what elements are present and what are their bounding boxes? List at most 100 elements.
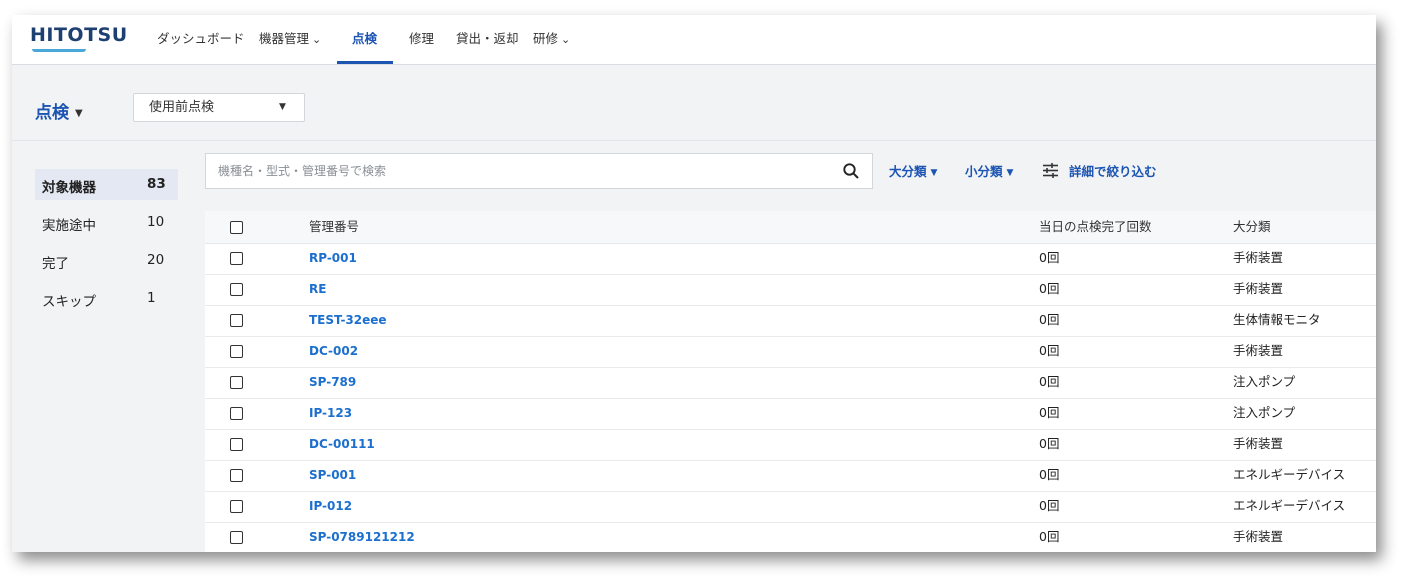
- nav-repair[interactable]: 修理: [409, 15, 434, 64]
- completion-count: 0回: [1039, 405, 1060, 420]
- row-checkbox[interactable]: [230, 500, 243, 513]
- category: 手術装置: [1233, 529, 1284, 544]
- nav-label: 修理: [409, 31, 435, 46]
- completion-count: 0回: [1039, 467, 1060, 482]
- sidebar-item-completed[interactable]: 完了 20: [35, 245, 178, 276]
- category: 注入ポンプ: [1233, 405, 1296, 420]
- main-content: 対象機器 83 実施途中 10 完了 20 スキップ 1 大分類▼ 小分類▼: [12, 141, 1376, 552]
- nav-label: ダッシュボード: [157, 31, 245, 46]
- caret-down-icon: ▼: [930, 168, 938, 178]
- search-icon[interactable]: [842, 162, 860, 180]
- row-checkbox[interactable]: [230, 314, 243, 327]
- logo-underline: [32, 49, 86, 52]
- sidebar-item-label: 完了: [42, 256, 69, 272]
- completion-count: 0回: [1039, 529, 1060, 544]
- completion-count: 0回: [1039, 374, 1060, 389]
- table-row[interactable]: RE 0回 手術装置: [205, 274, 1376, 306]
- row-checkbox[interactable]: [230, 376, 243, 389]
- row-checkbox[interactable]: [230, 345, 243, 358]
- sidebar-item-label: 対象機器: [42, 180, 96, 196]
- row-checkbox[interactable]: [230, 469, 243, 482]
- table-row[interactable]: TEST-32eee 0回 生体情報モニタ: [205, 305, 1376, 337]
- table-row[interactable]: SP-789 0回 注入ポンプ: [205, 367, 1376, 399]
- table-row[interactable]: IP-123 0回 注入ポンプ: [205, 398, 1376, 430]
- equipment-table: 管理番号 当日の点検完了回数 大分類 RP-001 0回 手術装置 RE 0回 …: [205, 211, 1376, 552]
- equipment-id-link[interactable]: DC-002: [309, 336, 358, 367]
- sidebar-item-count: 20: [147, 252, 165, 268]
- category: 生体情報モニタ: [1233, 312, 1321, 327]
- sidebar-item-count: 83: [147, 176, 166, 192]
- row-checkbox[interactable]: [230, 283, 243, 296]
- equipment-id-link[interactable]: SP-789: [309, 367, 356, 398]
- sidebar-item-label: スキップ: [42, 294, 96, 310]
- filter-label: 詳細で絞り込む: [1069, 164, 1157, 179]
- nav-label: 機器管理: [259, 31, 310, 46]
- row-checkbox[interactable]: [230, 252, 243, 265]
- sidebar-item-count: 1: [147, 290, 156, 306]
- caret-down-icon: ▼: [75, 108, 83, 119]
- row-checkbox[interactable]: [230, 531, 243, 544]
- completion-count: 0回: [1039, 343, 1060, 358]
- nav-inspection[interactable]: 点検: [352, 15, 377, 64]
- completion-count: 0回: [1039, 250, 1060, 265]
- nav-training[interactable]: 研修 ⌄: [533, 15, 570, 64]
- category: エネルギーデバイス: [1233, 498, 1346, 513]
- app-logo[interactable]: HITOTSU: [30, 24, 128, 46]
- column-header-id[interactable]: 管理番号: [309, 211, 359, 243]
- table-row[interactable]: RP-001 0回 手術装置: [205, 243, 1376, 275]
- category: 手術装置: [1233, 250, 1284, 265]
- sidebar-item-in-progress[interactable]: 実施途中 10: [35, 207, 178, 238]
- table-row[interactable]: DC-002 0回 手術装置: [205, 336, 1376, 368]
- top-navigation: HITOTSU ダッシュボード 機器管理 ⌄ 点検 修理 貸出・返却 研修 ⌄: [12, 15, 1376, 65]
- table-header: 管理番号 当日の点検完了回数 大分類: [205, 211, 1376, 244]
- table-row[interactable]: SP-001 0回 エネルギーデバイス: [205, 460, 1376, 492]
- sidebar-item-target[interactable]: 対象機器 83: [35, 169, 178, 200]
- nav-equipment[interactable]: 機器管理 ⌄: [259, 15, 321, 64]
- advanced-filter-button[interactable]: 詳細で絞り込む: [1069, 161, 1157, 180]
- column-header-count[interactable]: 当日の点検完了回数: [1039, 211, 1152, 243]
- nav-lending[interactable]: 貸出・返却: [456, 15, 519, 64]
- equipment-id-link[interactable]: TEST-32eee: [309, 305, 387, 336]
- completion-count: 0回: [1039, 498, 1060, 513]
- nav-dashboard[interactable]: ダッシュボード: [157, 15, 245, 64]
- sidebar-item-count: 10: [147, 214, 165, 230]
- equipment-id-link[interactable]: IP-123: [309, 398, 352, 429]
- table-row[interactable]: DC-00111 0回 手術装置: [205, 429, 1376, 461]
- row-checkbox[interactable]: [230, 438, 243, 451]
- table-row[interactable]: IP-012 0回 エネルギーデバイス: [205, 491, 1376, 523]
- equipment-id-link[interactable]: SP-0789121212: [309, 522, 415, 552]
- app-window: HITOTSU ダッシュボード 機器管理 ⌄ 点検 修理 貸出・返却 研修 ⌄ 点検…: [12, 15, 1376, 552]
- search-box: [205, 153, 873, 189]
- equipment-id-link[interactable]: RE: [309, 274, 326, 305]
- category: 手術装置: [1233, 436, 1284, 451]
- inspection-type-value: 使用前点検: [149, 100, 215, 115]
- sidebar-item-skipped[interactable]: スキップ 1: [35, 283, 178, 314]
- row-checkbox[interactable]: [230, 407, 243, 420]
- filter-label: 小分類: [965, 164, 1003, 179]
- page-header: 点検 ▼ 使用前点検 ▼: [12, 65, 1376, 141]
- category-large-filter[interactable]: 大分類 ▼: [889, 161, 937, 180]
- select-all-checkbox[interactable]: [230, 221, 243, 234]
- sliders-icon[interactable]: [1042, 162, 1059, 179]
- category: 手術装置: [1233, 281, 1284, 296]
- category-small-filter[interactable]: 小分類 ▼: [965, 161, 1013, 180]
- page-title-dropdown[interactable]: 点検 ▼: [35, 98, 83, 123]
- table-row[interactable]: SP-0789121212 0回 手術装置: [205, 522, 1376, 552]
- category: エネルギーデバイス: [1233, 467, 1346, 482]
- category: 手術装置: [1233, 343, 1284, 358]
- nav-label: 貸出・返却: [456, 31, 519, 46]
- page-title: 点検: [35, 103, 69, 123]
- nav-active-indicator: [337, 61, 393, 64]
- column-header-category[interactable]: 大分類: [1233, 211, 1271, 243]
- equipment-id-link[interactable]: SP-001: [309, 460, 356, 491]
- chevron-down-icon: ⌄: [312, 33, 322, 46]
- caret-down-icon: ▼: [279, 102, 286, 112]
- search-input[interactable]: [206, 154, 816, 188]
- nav-label: 点検: [352, 31, 378, 46]
- equipment-id-link[interactable]: DC-00111: [309, 429, 375, 460]
- equipment-id-link[interactable]: RP-001: [309, 243, 357, 274]
- equipment-id-link[interactable]: IP-012: [309, 491, 352, 522]
- completion-count: 0回: [1039, 312, 1060, 327]
- caret-down-icon: ▼: [1006, 168, 1014, 178]
- inspection-type-select[interactable]: 使用前点検 ▼: [133, 93, 305, 122]
